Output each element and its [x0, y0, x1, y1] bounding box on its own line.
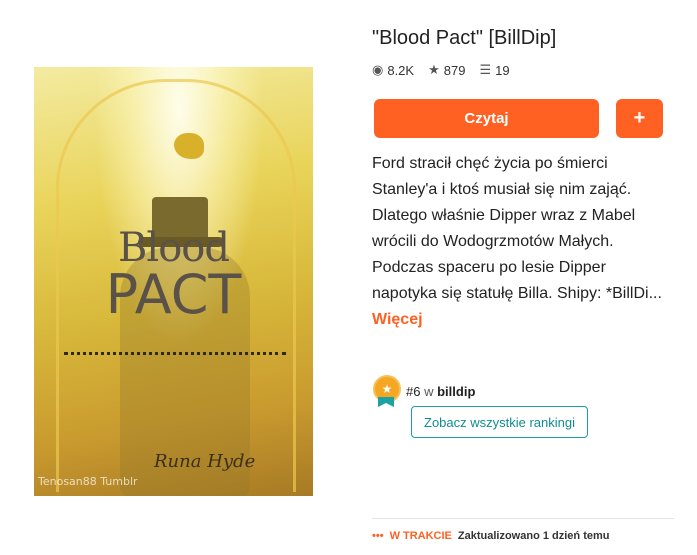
votes-stat: ★ 879 — [428, 62, 465, 78]
eye-icon: ◉ — [372, 62, 384, 77]
add-to-library-button[interactable]: + — [616, 99, 663, 138]
see-all-rankings-button[interactable]: Zobacz wszystkie rankingi — [411, 406, 588, 438]
updated-time: Zaktualizowano 1 dzień temu — [457, 530, 610, 542]
ranking-tag[interactable]: billdip — [437, 384, 475, 399]
ranking-label: #6 w billdip — [406, 384, 475, 399]
cover-watermark: Tenosan88 Tumblr — [38, 475, 138, 488]
cover-title-line2: PACT — [105, 263, 242, 326]
divider — [372, 518, 674, 519]
more-link[interactable]: Więcej — [372, 311, 423, 328]
medal-ribbon — [378, 397, 394, 407]
story-stats: ◉ 8.2K ★ 879 ☰ 19 — [372, 62, 510, 78]
ongoing-status: W TRAKCIE — [389, 530, 452, 542]
read-button[interactable]: Czytaj — [374, 99, 599, 138]
bird-illustration — [174, 133, 204, 159]
cover-dotted-divider — [64, 352, 286, 355]
description-text: Ford stracił chęć życia po śmierci Stanl… — [372, 155, 662, 302]
parts-count: 19 — [495, 62, 510, 78]
list-icon: ☰ — [479, 62, 492, 77]
reads-stat: ◉ 8.2K — [372, 62, 414, 78]
parts-stat: ☰ 19 — [479, 62, 509, 78]
ranking-in-word: w — [424, 384, 434, 399]
ranking-position: #6 — [406, 384, 421, 399]
votes-count: 879 — [443, 62, 466, 78]
star-icon: ★ — [428, 62, 440, 77]
cover-signature: Runa Hyde — [154, 451, 256, 472]
story-title: "Blood Pact" [BillDip] — [372, 27, 557, 49]
story-cover[interactable]: Blood PACT Runa Hyde Tenosan88 Tumblr — [34, 67, 313, 496]
reads-count: 8.2K — [387, 62, 415, 78]
ongoing-dots-icon: ••• — [372, 530, 384, 542]
story-status: ••• W TRAKCIE Zaktualizowano 1 dzień tem… — [372, 530, 609, 542]
story-description: Ford stracił chęć życia po śmierci Stanl… — [372, 151, 672, 333]
